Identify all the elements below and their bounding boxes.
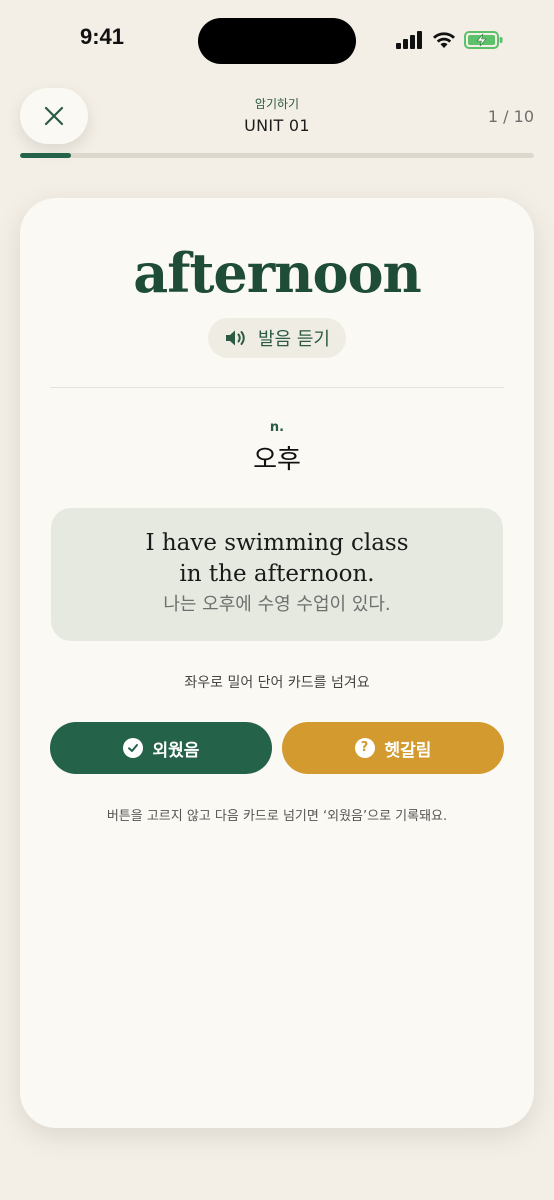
unit-title: UNIT 01: [244, 116, 310, 135]
status-bar: 9:41: [0, 0, 554, 80]
wifi-icon: [433, 32, 455, 48]
part-of-speech: n.: [269, 420, 285, 435]
dynamic-island: [198, 18, 356, 64]
speaker-icon: [226, 330, 245, 346]
example-korean: 나는 오후에 수영 수업이 있다.: [163, 594, 391, 615]
progress-fill: [20, 153, 72, 158]
unsure-label: 헷갈림: [384, 740, 432, 761]
question-circle-icon: ?: [354, 738, 375, 758]
vocab-word: afternoon: [133, 241, 422, 305]
battery-charging-icon: [464, 31, 503, 49]
flash-card[interactable]: afternoon 발음 듣기 n. 오후 I have swimming cl…: [20, 198, 534, 1128]
header-subtitle: 암기하기: [254, 97, 300, 111]
known-button[interactable]: 외웠음: [50, 722, 272, 774]
progress-count: 1 / 10: [487, 107, 534, 126]
listen-label: 발음 듣기: [258, 329, 330, 350]
divider: [50, 387, 504, 388]
header: 암기하기 UNIT 01: [0, 96, 554, 136]
unsure-button[interactable]: ? 헷갈림: [282, 722, 504, 774]
check-circle-icon: [122, 738, 143, 758]
known-label: 외웠음: [152, 740, 200, 761]
signal-icon: [396, 31, 422, 49]
word-meaning: 오후: [253, 445, 301, 475]
status-time: 9:41: [80, 24, 125, 49]
record-note: 버튼을 고르지 않고 다음 카드로 넘기면 ‘외웠음’으로 기록돼요.: [106, 809, 448, 824]
example-sentence-box: I have swimming class in the afternoon. …: [51, 508, 503, 641]
progress-bar: [20, 153, 534, 158]
swipe-hint: 좌우로 밀어 단어 카드를 넘겨요: [184, 675, 370, 691]
example-english: I have swimming class in the afternoon.: [145, 530, 409, 587]
listen-button[interactable]: 발음 듣기: [208, 318, 346, 358]
status-icons: [396, 30, 504, 50]
